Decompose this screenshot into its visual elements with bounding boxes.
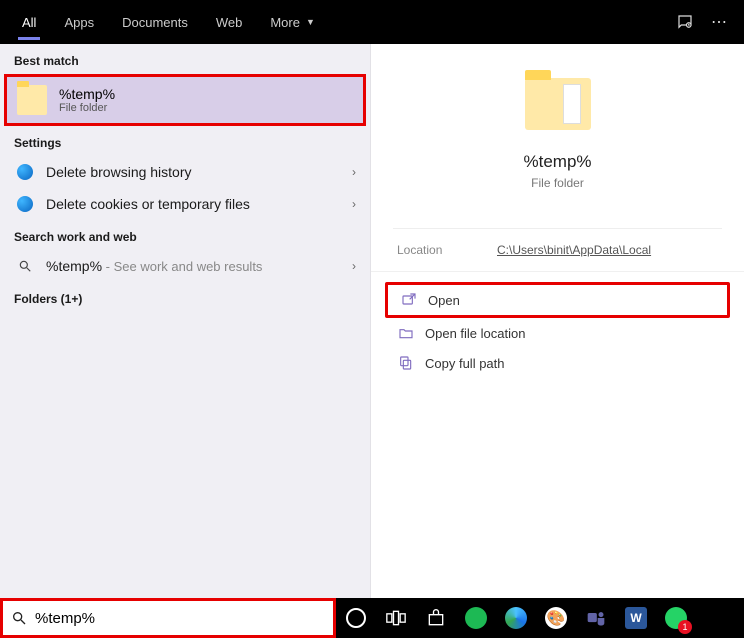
preview-pane: %temp% File folder Location C:\Users\bin… [371, 44, 744, 598]
location-path-link[interactable]: C:\Users\binit\AppData\Local [497, 243, 651, 257]
folder-icon [525, 78, 591, 130]
location-label: Location [397, 243, 497, 257]
whatsapp-icon[interactable]: 1 [662, 604, 690, 632]
chevron-down-icon: ▼ [306, 17, 315, 27]
actions-list: Open Open file location Copy full path [371, 272, 744, 388]
tab-web[interactable]: Web [202, 0, 257, 44]
taskbar: 🎨 W 1 [336, 598, 744, 638]
paint-icon[interactable]: 🎨 [542, 604, 570, 632]
chevron-right-icon: › [352, 197, 356, 211]
cortana-icon[interactable] [342, 604, 370, 632]
settings-heading: Settings [0, 126, 370, 156]
web-result-suffix: - See work and web results [102, 259, 262, 274]
globe-icon [14, 196, 36, 212]
best-match-title: %temp% [59, 86, 115, 102]
best-match-heading: Best match [0, 44, 370, 74]
preview-subtitle: File folder [371, 176, 744, 190]
search-icon [11, 610, 27, 626]
taskbar-area: 🎨 W 1 [0, 598, 744, 638]
tab-documents[interactable]: Documents [108, 0, 202, 44]
search-web-heading: Search work and web [0, 220, 370, 250]
action-copy-path[interactable]: Copy full path [385, 348, 730, 378]
tab-more-label: More [270, 15, 300, 30]
best-match-subtitle: File folder [59, 102, 115, 114]
notification-badge: 1 [678, 620, 692, 634]
action-label: Open [428, 293, 460, 308]
edge-icon[interactable] [502, 604, 530, 632]
spotify-icon[interactable] [462, 604, 490, 632]
settings-item-delete-history[interactable]: Delete browsing history › [0, 156, 370, 188]
folders-heading: Folders (1+) [0, 282, 370, 312]
results-list: Best match %temp% File folder Settings D… [0, 44, 371, 598]
teams-icon[interactable] [582, 604, 610, 632]
globe-icon [14, 164, 36, 180]
more-options-icon[interactable]: ⋯ [702, 12, 736, 32]
folder-icon [17, 85, 47, 115]
tab-more[interactable]: More ▼ [256, 0, 329, 44]
settings-item-delete-cookies[interactable]: Delete cookies or temporary files › [0, 188, 370, 220]
action-open-location[interactable]: Open file location [385, 318, 730, 348]
chevron-right-icon: › [352, 165, 356, 179]
copy-icon [395, 355, 417, 371]
tab-all[interactable]: All [8, 0, 50, 44]
word-icon[interactable]: W [622, 604, 650, 632]
best-match-item[interactable]: %temp% File folder [4, 74, 366, 126]
action-label: Open file location [425, 326, 525, 341]
preview-title: %temp% [371, 152, 744, 172]
store-icon[interactable] [422, 604, 450, 632]
chevron-right-icon: › [352, 259, 356, 273]
search-icon [14, 259, 36, 273]
task-view-icon[interactable] [382, 604, 410, 632]
action-label: Copy full path [425, 356, 505, 371]
filter-tabs: All Apps Documents Web More ▼ ⋯ [0, 0, 744, 44]
web-result-label: %temp% - See work and web results [46, 258, 352, 274]
web-result-item[interactable]: %temp% - See work and web results › [0, 250, 370, 282]
tab-apps[interactable]: Apps [50, 0, 108, 44]
web-result-query: %temp% [46, 258, 102, 274]
location-row: Location C:\Users\binit\AppData\Local [371, 229, 744, 272]
search-box[interactable] [0, 598, 336, 638]
results-pane: Best match %temp% File folder Settings D… [0, 44, 744, 598]
action-open[interactable]: Open [385, 282, 730, 318]
settings-item-label: Delete cookies or temporary files [46, 196, 352, 212]
search-input[interactable] [35, 610, 325, 627]
open-icon [398, 292, 420, 308]
folder-open-icon [395, 325, 417, 341]
feedback-icon[interactable] [668, 13, 702, 31]
settings-item-label: Delete browsing history [46, 164, 352, 180]
